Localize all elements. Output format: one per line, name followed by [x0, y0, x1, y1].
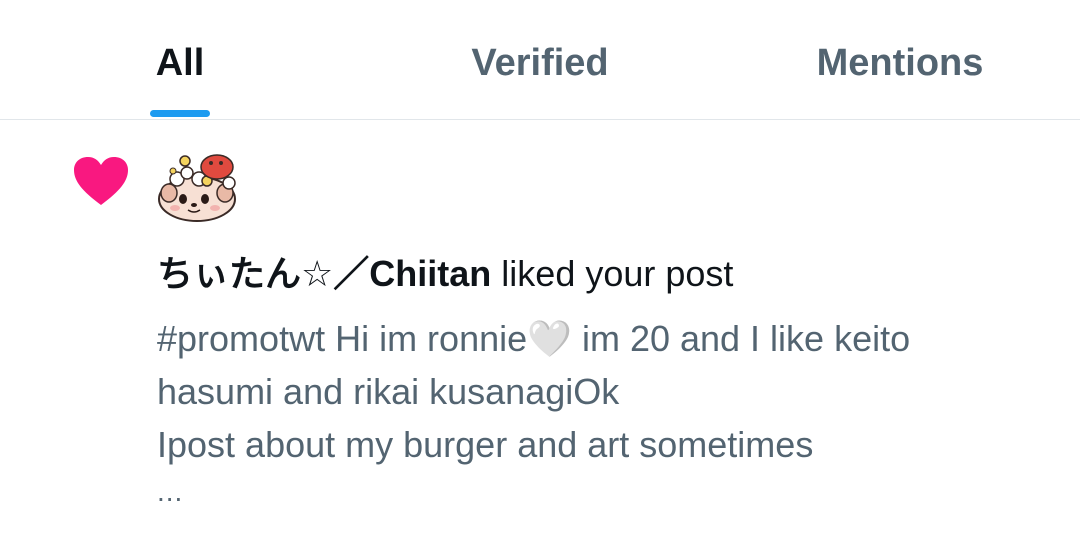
like-notification[interactable]: ちぃたん☆／Chiitan liked your post #promotwt … [0, 120, 1080, 544]
tab-verified[interactable]: Verified [420, 0, 660, 119]
tab-mentions[interactable]: Mentions [790, 0, 1010, 119]
tab-all-label: All [155, 42, 205, 84]
post-preview[interactable]: #promotwt Hi im ronnie🤍 im 20 and I like… [157, 312, 1057, 471]
user-name[interactable]: ちぃたん☆／Chiitan [157, 253, 491, 294]
action-text: liked your post [501, 253, 734, 294]
post-line: #promotwt Hi im ronnie🤍 im 20 and I like… [157, 318, 911, 359]
tab-verified-label: Verified [471, 42, 609, 84]
notification-tab-bar: All Verified Mentions [0, 0, 1080, 120]
post-line: hasumi and rikai kusanagiOk [157, 371, 620, 412]
notification-headline: ちぃたん☆／Chiitan liked your post [157, 252, 1057, 296]
tab-mentions-label: Mentions [816, 42, 984, 84]
chiitan-avatar[interactable] [155, 153, 239, 223]
truncation-ellipsis: ... [157, 476, 184, 507]
tab-all[interactable]: All [120, 0, 240, 119]
heart-icon [74, 157, 128, 205]
active-tab-indicator [150, 110, 210, 117]
post-line: Ipost about my burger and art sometimes [157, 424, 814, 465]
